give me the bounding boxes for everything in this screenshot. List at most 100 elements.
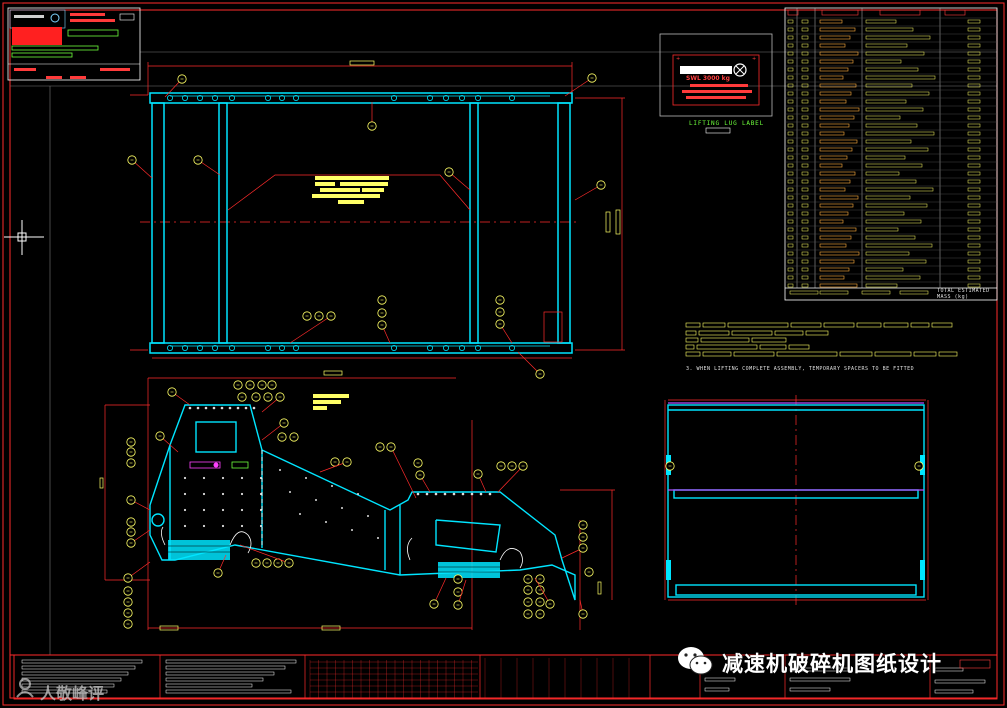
note-text-block bbox=[774, 330, 804, 336]
note-text-block bbox=[788, 344, 810, 350]
revision-entry bbox=[165, 683, 253, 688]
bolt-dot bbox=[221, 524, 225, 528]
bom-qty bbox=[801, 75, 809, 80]
bom-footer-cell bbox=[789, 290, 819, 295]
bom-qty bbox=[801, 203, 809, 208]
bom-part-number bbox=[819, 219, 844, 224]
bom-description bbox=[865, 131, 935, 136]
bolt-dot bbox=[196, 406, 200, 410]
bom-qty bbox=[801, 179, 809, 184]
bom-description bbox=[865, 283, 898, 288]
bom-part-number bbox=[819, 259, 855, 264]
bolt-dot bbox=[341, 507, 343, 509]
bom-part-number bbox=[819, 275, 845, 280]
bom-part-number bbox=[819, 203, 854, 208]
bom-item-number bbox=[787, 35, 794, 40]
bom-qty bbox=[801, 99, 809, 104]
sheet-size-box bbox=[959, 659, 991, 669]
svg-text:+: + bbox=[752, 56, 756, 62]
bolt-dot bbox=[357, 493, 359, 495]
bolt-dot bbox=[183, 508, 187, 512]
total-mass-label: TOTAL ESTIMATED MASS (kg) bbox=[937, 288, 990, 300]
bom-part-number bbox=[819, 51, 859, 56]
bom-mass bbox=[967, 67, 981, 72]
bolt-dot bbox=[228, 406, 232, 410]
bom-item-number bbox=[787, 235, 794, 240]
bom-mass bbox=[967, 123, 981, 128]
revision-entry bbox=[21, 659, 143, 664]
bom-mass bbox=[967, 283, 981, 288]
bom-item-number bbox=[787, 27, 794, 32]
bolt-dot bbox=[183, 492, 187, 496]
bom-qty bbox=[801, 155, 809, 160]
note-text-block bbox=[805, 330, 829, 336]
bolt-dot bbox=[202, 492, 206, 496]
bom-qty bbox=[801, 283, 809, 288]
bom-description bbox=[865, 83, 913, 88]
watermark-title: 减速机破碎机图纸设计 bbox=[722, 652, 942, 676]
leader-line bbox=[289, 315, 332, 344]
bom-item-number bbox=[787, 43, 794, 48]
bom-mass bbox=[967, 275, 981, 280]
bom-mass bbox=[967, 179, 981, 184]
bom-description bbox=[865, 59, 902, 64]
bom-part-number bbox=[819, 227, 857, 232]
bom-item-number bbox=[787, 187, 794, 192]
bom-item-number bbox=[787, 251, 794, 256]
note-text-block bbox=[685, 351, 701, 357]
bom-header-cell bbox=[944, 9, 966, 16]
bom-mass bbox=[967, 219, 981, 224]
bom-header-cell bbox=[879, 9, 921, 16]
bom-qty bbox=[801, 275, 809, 280]
bolt-dot bbox=[240, 492, 244, 496]
bom-qty bbox=[801, 267, 809, 272]
bom-qty bbox=[801, 115, 809, 120]
leader-line bbox=[390, 446, 417, 499]
note-text-block bbox=[913, 351, 937, 357]
bom-mass bbox=[967, 35, 981, 40]
bom-item-number bbox=[787, 139, 794, 144]
part-balloons bbox=[123, 73, 924, 629]
bom-part-number bbox=[819, 147, 853, 152]
bolt-dot bbox=[367, 515, 369, 517]
revision-entry bbox=[165, 677, 264, 682]
bolt-dot bbox=[220, 406, 224, 410]
bolt-dot bbox=[416, 492, 420, 496]
bolt-dot bbox=[443, 492, 447, 496]
note-text-block bbox=[839, 351, 873, 357]
bom-qty bbox=[801, 259, 809, 264]
bom-mass bbox=[967, 211, 981, 216]
bom-mass bbox=[967, 259, 981, 264]
bom-part-number bbox=[819, 131, 845, 136]
bom-description bbox=[865, 99, 907, 104]
end-view bbox=[664, 395, 929, 605]
bom-description bbox=[865, 147, 929, 152]
bom-mass bbox=[967, 107, 981, 112]
bom-description bbox=[865, 163, 923, 168]
bom-description bbox=[865, 155, 906, 160]
bom-item-number bbox=[787, 211, 794, 216]
bolt-dot bbox=[240, 524, 244, 528]
bom-item-number bbox=[787, 163, 794, 168]
bom-mass bbox=[967, 27, 981, 32]
bolt-dot bbox=[331, 485, 333, 487]
bom-item-number bbox=[787, 67, 794, 72]
bom-part-number bbox=[819, 75, 844, 80]
bolt-dot bbox=[202, 508, 206, 512]
title-block-field bbox=[934, 679, 986, 684]
bom-qty bbox=[801, 243, 809, 248]
bolt-dot bbox=[240, 508, 244, 512]
bolt-dot bbox=[221, 508, 225, 512]
note-text-block bbox=[698, 330, 730, 336]
bom-qty bbox=[801, 67, 809, 72]
bom-description bbox=[865, 203, 928, 208]
title-block-field bbox=[789, 677, 851, 682]
bom-description bbox=[865, 123, 918, 128]
bom-part-number bbox=[819, 27, 856, 32]
cad-drawing-canvas[interactable]: + + bbox=[0, 0, 1007, 708]
bom-qty bbox=[801, 123, 809, 128]
bom-qty bbox=[801, 227, 809, 232]
revision-entry bbox=[21, 671, 129, 676]
bolt-dot bbox=[434, 492, 438, 496]
bom-part-number bbox=[819, 43, 846, 48]
